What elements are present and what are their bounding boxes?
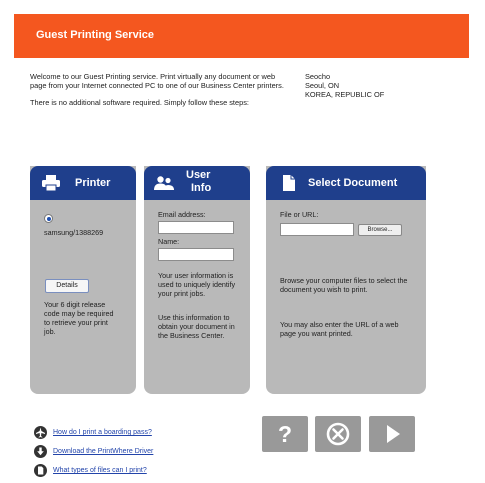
welcome-text: Welcome to our Guest Printing service. P… bbox=[30, 72, 284, 91]
cancel-button[interactable] bbox=[315, 416, 361, 452]
location-line: KOREA, REPUBLIC OF bbox=[305, 90, 385, 100]
document-panel-title: Select Document bbox=[308, 177, 398, 189]
file-url-label: File or URL: bbox=[280, 210, 319, 219]
printer-panel: Printer samsung/1388269 Details Your 6 d… bbox=[30, 166, 136, 394]
printer-panel-title: Printer bbox=[75, 177, 111, 189]
cancel-icon bbox=[326, 422, 350, 446]
select-document-panel: Select Document File or URL: Browse... B… bbox=[266, 166, 426, 394]
browse-button[interactable]: Browse... bbox=[358, 224, 402, 236]
name-field[interactable] bbox=[158, 248, 234, 261]
document-icon bbox=[34, 464, 47, 477]
browse-help-text: Browse your computer files to select the… bbox=[280, 276, 408, 294]
name-label: Name: bbox=[158, 237, 180, 246]
users-icon bbox=[154, 176, 174, 190]
file-url-field[interactable] bbox=[280, 223, 354, 236]
boarding-pass-link[interactable]: How do I print a boarding pass? bbox=[53, 429, 152, 436]
no-software-text: There is no additional software required… bbox=[30, 98, 249, 108]
details-button[interactable]: Details bbox=[45, 279, 89, 293]
user-info-text: Use this information to obtain your docu… bbox=[158, 313, 235, 340]
email-field[interactable] bbox=[158, 221, 234, 234]
help-icon: ? bbox=[277, 421, 293, 447]
download-driver-link[interactable]: Download the PrintWhere Driver bbox=[53, 448, 153, 455]
next-button[interactable] bbox=[369, 416, 415, 452]
help-link-row[interactable]: Download the PrintWhere Driver bbox=[34, 445, 214, 459]
document-panel-header: Select Document bbox=[266, 166, 426, 200]
printer-icon bbox=[42, 175, 60, 191]
printer-panel-header: Printer bbox=[30, 166, 136, 200]
download-icon bbox=[34, 445, 47, 458]
url-help-text: You may also enter the URL of a web page… bbox=[280, 320, 399, 338]
user-info-text: Your user information is used to uniquel… bbox=[158, 271, 236, 298]
user-info-panel: User Info Email address: Name: Your user… bbox=[144, 166, 250, 394]
user-panel-title-line2: Info bbox=[191, 182, 212, 194]
help-link-row[interactable]: What types of files can I print? bbox=[34, 464, 214, 478]
page-title: Guest Printing Service bbox=[36, 29, 154, 41]
email-label: Email address: bbox=[158, 210, 206, 219]
location-line: Seocho bbox=[305, 72, 331, 81]
play-icon bbox=[387, 425, 400, 443]
intro-text: Welcome to our Guest Printing service. P… bbox=[30, 72, 292, 116]
user-panel-header: User Info bbox=[144, 166, 250, 200]
file-types-link[interactable]: What types of files can I print? bbox=[53, 467, 147, 474]
header-bar: Guest Printing Service bbox=[14, 14, 469, 58]
location-line: Seoul, ON bbox=[305, 81, 340, 91]
document-icon bbox=[283, 175, 295, 191]
user-panel-title-line1: User bbox=[186, 169, 211, 181]
printer-name: samsung/1388269 bbox=[44, 228, 104, 237]
release-code-note: Your 6 digit release code may be require… bbox=[44, 300, 114, 336]
printer-radio[interactable] bbox=[44, 214, 53, 223]
airplane-icon bbox=[34, 426, 47, 439]
help-button[interactable]: ? bbox=[262, 416, 308, 452]
location-block: Seocho Seoul, ON KOREA, REPUBLIC OF bbox=[305, 72, 384, 100]
help-link-row[interactable]: How do I print a boarding pass? bbox=[34, 426, 214, 440]
